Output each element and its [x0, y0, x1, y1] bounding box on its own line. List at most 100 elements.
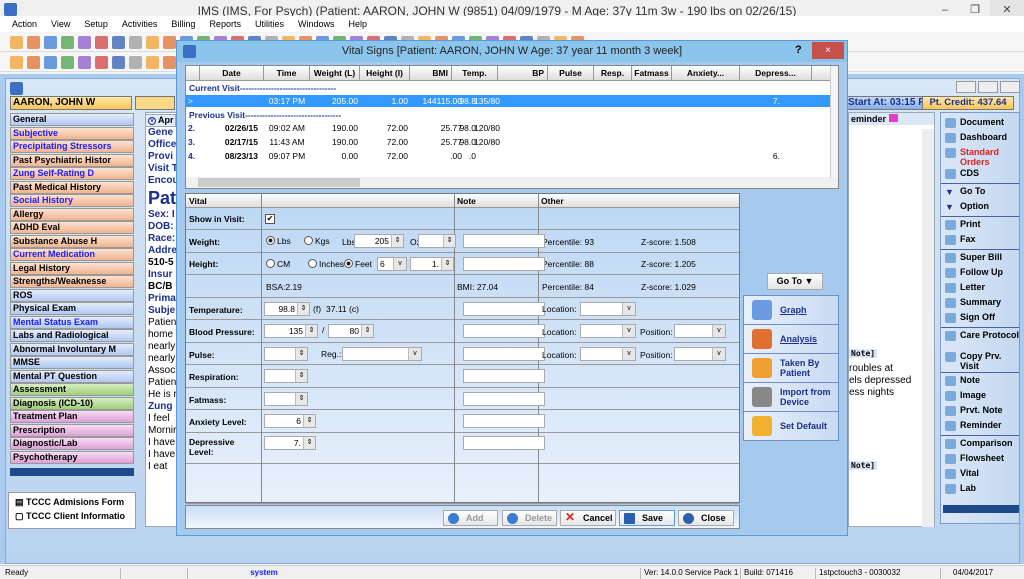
height-feet-select[interactable]: 6v — [377, 257, 407, 271]
toolbar-item-standard-orders[interactable]: Standard Orders — [943, 147, 1019, 167]
grid-column-header[interactable]: Resp. — [594, 66, 632, 81]
pulse-input[interactable]: ⇕ — [264, 347, 308, 361]
side-button-graph[interactable]: Graph — [744, 296, 838, 325]
sidebar-item[interactable]: Legal History — [10, 261, 134, 275]
toolbar-item-dashboard[interactable]: Dashboard — [943, 132, 1019, 143]
note-input[interactable] — [463, 234, 545, 248]
bp-systolic-input[interactable]: 135 ⇕ — [264, 324, 318, 338]
sidebar-scroll-arrows[interactable] — [10, 468, 134, 476]
delete-button[interactable]: Delete — [502, 510, 557, 526]
menu-activities[interactable]: Activities — [115, 16, 165, 32]
toolbar-item-document[interactable]: Document — [943, 117, 1019, 128]
height-unit-feet[interactable]: Feet — [344, 259, 372, 269]
anxiety-level-input[interactable]: 6 ⇕ — [264, 414, 316, 428]
sidebar-item[interactable]: Diagnosis (ICD-10) — [10, 396, 134, 410]
chevron-down-icon[interactable]: v — [622, 325, 635, 337]
child-minimize-button[interactable] — [956, 81, 976, 93]
sidebar-item[interactable]: Past Psychiatric Histor — [10, 153, 134, 167]
dialog-title-bar[interactable]: Vital Signs [Patient: AARON, JOHN W Age:… — [177, 41, 847, 62]
sidebar-item[interactable]: Current Medication — [10, 248, 134, 261]
toolbar-icon[interactable] — [78, 55, 91, 69]
toolbar-icon[interactable] — [44, 35, 57, 49]
sidebar-item[interactable]: Zung Self-Rating D — [10, 167, 134, 180]
toolbar-icon[interactable] — [163, 35, 176, 49]
toolbar-icon[interactable] — [27, 55, 40, 69]
toolbar-item-super-bill[interactable]: Super Bill — [943, 252, 1019, 263]
toolbar-item-print[interactable]: Print — [943, 219, 1019, 230]
note-input[interactable] — [463, 302, 545, 316]
show-in-visit-checkbox[interactable]: ✔ — [265, 214, 275, 224]
menu-utilities[interactable]: Utilities — [248, 16, 291, 32]
menu-reports[interactable]: Reports — [202, 16, 248, 32]
toolbar-scroll-arrows[interactable] — [943, 505, 1019, 513]
grid-column-header[interactable]: Anxiety... — [672, 66, 740, 81]
temperature-input[interactable]: 98.8 ⇕ — [264, 302, 310, 316]
menu-action[interactable]: Action — [5, 16, 44, 32]
weight-lbs-input[interactable]: 205 ⇕ — [354, 234, 404, 248]
sidebar-item[interactable]: Strengths/Weaknesse — [10, 275, 134, 288]
toolbar-item-reminder[interactable]: Reminder — [943, 420, 1019, 431]
grid-column-header[interactable]: BMI — [410, 66, 452, 81]
note-input[interactable] — [463, 414, 545, 428]
toolbar-icon[interactable] — [61, 55, 74, 69]
toolbar-icon[interactable] — [61, 35, 74, 49]
chevron-down-icon[interactable]: v — [393, 258, 406, 270]
sidebar-item[interactable]: Subjective — [10, 126, 134, 140]
toolbar-item-option[interactable]: ▼ Option — [943, 201, 1019, 212]
note-input[interactable] — [463, 392, 545, 406]
toolbar-icon[interactable] — [10, 55, 23, 69]
sidebar-item[interactable]: ROS — [10, 288, 134, 302]
note-input[interactable] — [463, 436, 545, 450]
toolbar-item-comparison[interactable]: Comparison — [943, 438, 1019, 449]
form-item[interactable]: ▤ TCCC Admisions Form — [9, 493, 135, 508]
chevron-down-icon[interactable]: v — [712, 348, 725, 360]
sidebar-item[interactable]: Past Medical History — [10, 180, 134, 194]
menu-windows[interactable]: Windows — [291, 16, 342, 32]
sidebar-item[interactable]: Abnormal Involuntary M — [10, 342, 134, 356]
bp-diastolic-input[interactable]: 80 ⇕ — [328, 324, 374, 338]
side-button-import-from-device[interactable]: Import from Device — [744, 383, 838, 412]
height-inch-input[interactable]: 1. ⇕ — [410, 257, 454, 271]
weight-unit-lbs[interactable]: Lbs — [266, 236, 291, 246]
sidebar-item[interactable]: ADHD Eval — [10, 221, 134, 234]
pulse-position-select[interactable]: v — [674, 347, 726, 361]
toolbar-item-image[interactable]: Image — [943, 390, 1019, 401]
toolbar-icon[interactable] — [78, 35, 91, 49]
toolbar-icon[interactable] — [95, 35, 108, 49]
toolbar-item-lab[interactable]: Lab — [943, 483, 1019, 494]
side-button-set-default[interactable]: Set Default — [744, 412, 838, 441]
toolbar-item-vital[interactable]: Vital — [943, 468, 1019, 479]
grid-column-header[interactable]: Height (I) — [360, 66, 410, 81]
spinner-icon[interactable]: ⇕ — [443, 235, 455, 247]
side-button-taken-by-patient[interactable]: Taken By Patient — [744, 354, 838, 383]
toolbar-icon[interactable] — [129, 35, 142, 49]
menu-billing[interactable]: Billing — [164, 16, 202, 32]
toolbar-item-care-protocol[interactable]: Care Protocol — [943, 330, 1019, 341]
temperature-location-select[interactable]: v — [580, 302, 636, 316]
sidebar-item[interactable]: Mental PT Question — [10, 369, 134, 383]
table-row[interactable]: 2. 02/26/15 09:02 AM 190.00 72.00 25.77 98.0 12… — [186, 122, 838, 134]
respiration-input[interactable]: ⇕ — [264, 369, 308, 383]
spinner-icon[interactable]: ⇕ — [303, 437, 315, 449]
sidebar-item[interactable]: Social History — [10, 194, 134, 207]
sidebar-item[interactable]: Psychotherapy — [10, 450, 134, 464]
sidebar-item[interactable]: Labs and Radiological — [10, 329, 134, 342]
sidebar-item[interactable]: Diagnostic/Lab — [10, 437, 134, 450]
chevron-down-icon[interactable]: v — [408, 348, 421, 360]
save-button[interactable]: Save — [619, 510, 675, 526]
grid-column-header[interactable]: Fatmass — [632, 66, 672, 81]
toolbar-item-summary[interactable]: Summary — [943, 297, 1019, 308]
toolbar-item-sign-off[interactable]: Sign Off — [943, 312, 1019, 323]
toolbar-icon[interactable] — [112, 35, 125, 49]
grid-column-header[interactable]: Time — [264, 66, 310, 81]
sidebar-item[interactable]: Prescription — [10, 423, 134, 437]
toolbar-icon[interactable] — [129, 55, 142, 69]
table-row[interactable]: >03:17 PM 205.00 1.00 144115.00 98.8 135/80 7. — [186, 95, 838, 107]
toolbar-icon[interactable] — [163, 55, 176, 69]
pulse-regularity-select[interactable]: v — [342, 347, 422, 361]
grid-column-header[interactable]: Weight (L) — [310, 66, 360, 81]
reminder-header[interactable]: eminder — [849, 113, 934, 125]
spinner-icon[interactable]: ⇕ — [305, 325, 317, 337]
toolbar-item-go-to[interactable]: ▼ Go To — [943, 186, 1019, 197]
close-button[interactable]: Close — [678, 510, 734, 526]
